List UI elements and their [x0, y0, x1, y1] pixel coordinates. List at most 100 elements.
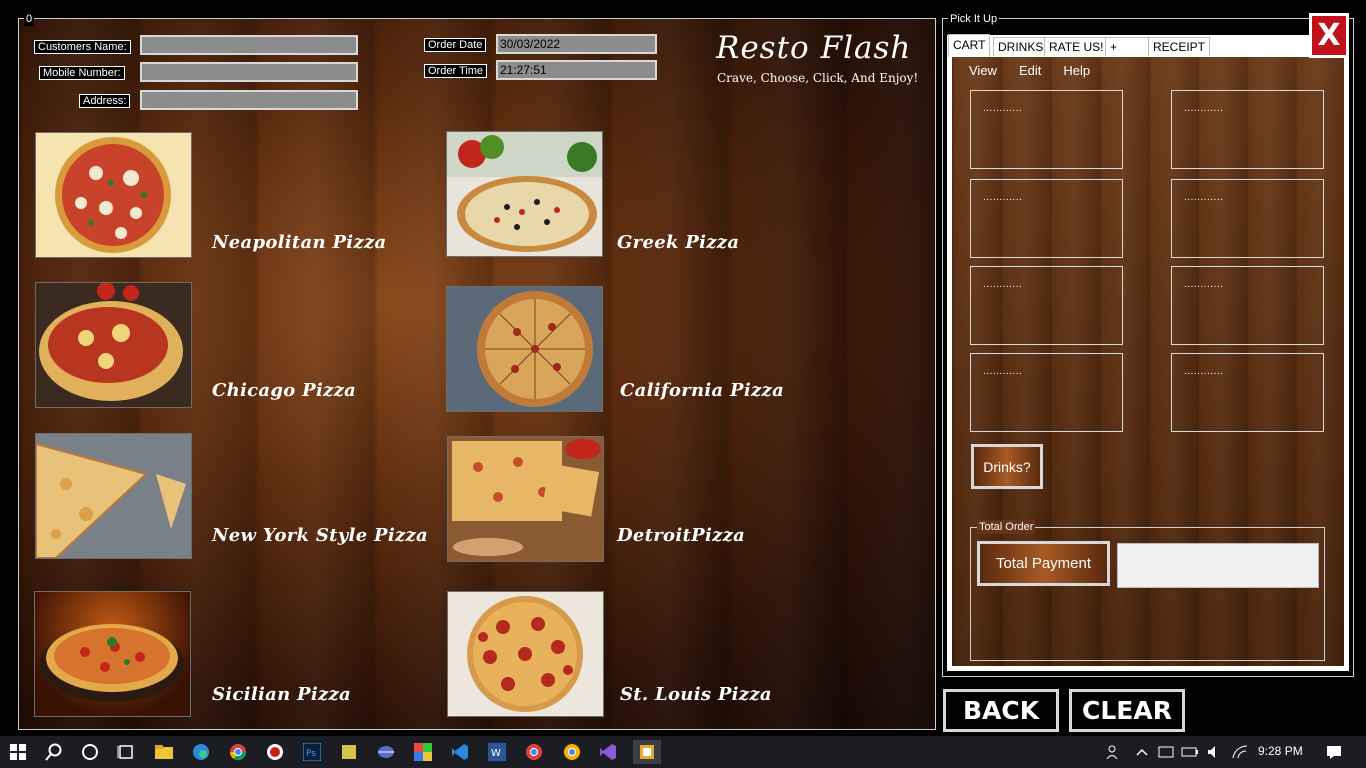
chevron-up-icon[interactable]: [1130, 740, 1154, 764]
cart-slot-text: ............: [1184, 366, 1224, 377]
notification-icon[interactable]: [1322, 740, 1346, 764]
order-date-input[interactable]: 30/03/2022: [496, 34, 657, 54]
taskbar-clock[interactable]: 9:28 PM: [1258, 744, 1303, 758]
pizza-icon: [452, 439, 601, 556]
resto-flash-window: 0 Customers Name: Mobile Number: Address…: [0, 0, 1366, 736]
pizza-icon: [477, 291, 593, 407]
winrar-icon[interactable]: [411, 740, 435, 764]
cart-slot-text: ............: [1184, 103, 1224, 114]
menu-help[interactable]: Help: [1052, 60, 1101, 82]
photoshop-icon[interactable]: Ps: [300, 740, 324, 764]
pizza-icon: [447, 132, 602, 252]
order-time-input[interactable]: 21:27:51: [496, 60, 657, 80]
word-icon[interactable]: W: [485, 740, 509, 764]
netbeans-icon[interactable]: [374, 740, 398, 764]
app-icon[interactable]: [337, 740, 361, 764]
greek-pizza-label[interactable]: Greek Pizza: [617, 232, 739, 253]
neapolitan-pizza-image[interactable]: [35, 132, 192, 258]
new-york-style-pizza-label[interactable]: New York Style Pizza: [212, 525, 428, 546]
detroit-pizza-label[interactable]: DetroitPizza: [617, 525, 745, 546]
cart-slot[interactable]: ............: [1171, 266, 1324, 345]
cart-slot-text: ............: [983, 366, 1023, 377]
pizza-icon: [467, 596, 583, 712]
cart-slot[interactable]: ............: [970, 90, 1123, 169]
menu-view[interactable]: View: [958, 60, 1008, 82]
chrome-icon[interactable]: [226, 740, 250, 764]
st-louis-pizza-image[interactable]: [447, 591, 604, 717]
clear-button[interactable]: CLEAR: [1069, 689, 1185, 732]
total-payment-button[interactable]: Total Payment: [977, 541, 1110, 586]
tab-rate-us[interactable]: RATE US!: [1044, 37, 1109, 56]
tab-drinks[interactable]: DRINKS: [993, 37, 1049, 56]
mobile-number-label: Mobile Number:: [39, 66, 125, 80]
close-icon: X: [1317, 18, 1341, 53]
brand-tagline: Crave, Choose, Click, And Enjoy!: [717, 71, 919, 85]
tab-plus[interactable]: +: [1105, 37, 1149, 56]
record-icon[interactable]: [263, 740, 287, 764]
order-date-label: Order Date: [424, 38, 487, 52]
sicilian-pizza-label[interactable]: Sicilian Pizza: [212, 684, 351, 705]
cart-slot[interactable]: ............: [970, 179, 1123, 258]
detroit-pizza-image[interactable]: [447, 436, 604, 562]
visual-studio-icon[interactable]: [596, 740, 620, 764]
cart-slot-text: ............: [1184, 279, 1224, 290]
tab-receipt[interactable]: RECEIPT: [1148, 37, 1211, 56]
people-icon[interactable]: [1102, 740, 1126, 764]
total-order-label: Total Order: [977, 520, 1036, 534]
customer-name-label: Customers Name:: [34, 40, 131, 54]
chicago-pizza-label[interactable]: Chicago Pizza: [212, 380, 356, 401]
back-button[interactable]: BACK: [943, 689, 1059, 732]
cart-slot[interactable]: ............: [970, 353, 1123, 432]
greek-pizza-image[interactable]: [446, 131, 603, 257]
cortana-icon[interactable]: [78, 740, 102, 764]
tab-cart[interactable]: CART: [948, 34, 991, 57]
st-louis-pizza-label[interactable]: St. Louis Pizza: [620, 684, 772, 705]
california-pizza-label[interactable]: California Pizza: [620, 380, 784, 401]
svg-text:Ps: Ps: [306, 749, 316, 759]
pizza-icon: [39, 283, 183, 401]
sicilian-pizza-image[interactable]: [34, 591, 191, 717]
cart-slot[interactable]: ............: [970, 266, 1123, 345]
california-pizza-image[interactable]: [446, 286, 603, 412]
svg-text:W: W: [491, 748, 501, 759]
edge-icon[interactable]: [189, 740, 213, 764]
main-group-label: 0: [24, 12, 35, 26]
new-york-pizza-image[interactable]: [35, 433, 192, 559]
pizza-icon: [36, 442, 186, 558]
chrome-icon[interactable]: [560, 740, 584, 764]
wifi-icon[interactable]: [1228, 740, 1252, 764]
order-time-label: Order Time: [424, 64, 488, 78]
pick-it-up-label: Pick It Up: [948, 12, 1000, 26]
search-icon[interactable]: [42, 740, 66, 764]
menu-edit[interactable]: Edit: [1008, 60, 1052, 82]
drinks-button[interactable]: Drinks?: [971, 444, 1043, 489]
address-label: Address:: [79, 94, 131, 108]
battery-icon[interactable]: [1178, 740, 1202, 764]
pizza-icon: [55, 137, 171, 253]
meet-now-icon[interactable]: [1154, 740, 1178, 764]
cart-slot-text: ............: [983, 279, 1023, 290]
cart-slot-text: ............: [983, 103, 1023, 114]
file-explorer-icon[interactable]: [152, 740, 176, 764]
cart-slot[interactable]: ............: [1171, 179, 1324, 258]
menu-bar: View Edit Help: [958, 60, 1101, 82]
chicago-pizza-image[interactable]: [35, 282, 192, 408]
vscode-icon[interactable]: [448, 740, 472, 764]
task-view-icon[interactable]: [114, 740, 138, 764]
pizza-icon: [40, 624, 184, 702]
cart-slot-text: ............: [1184, 192, 1224, 203]
cart-slot-text: ............: [983, 192, 1023, 203]
address-input[interactable]: [140, 90, 358, 110]
customer-name-input[interactable]: [140, 35, 358, 55]
close-button[interactable]: X: [1309, 13, 1349, 58]
mobile-number-input[interactable]: [140, 62, 358, 82]
app-icon[interactable]: [633, 740, 661, 764]
brand-title: Resto Flash: [716, 30, 912, 66]
neapolitan-pizza-label[interactable]: Neapolitan Pizza: [212, 232, 386, 253]
cart-slot[interactable]: ............: [1171, 353, 1324, 432]
cart-slot[interactable]: ............: [1171, 90, 1324, 169]
chrome-icon[interactable]: [522, 740, 546, 764]
total-payment-field[interactable]: [1117, 543, 1319, 588]
windows-icon[interactable]: [6, 740, 30, 764]
volume-icon[interactable]: [1202, 740, 1226, 764]
